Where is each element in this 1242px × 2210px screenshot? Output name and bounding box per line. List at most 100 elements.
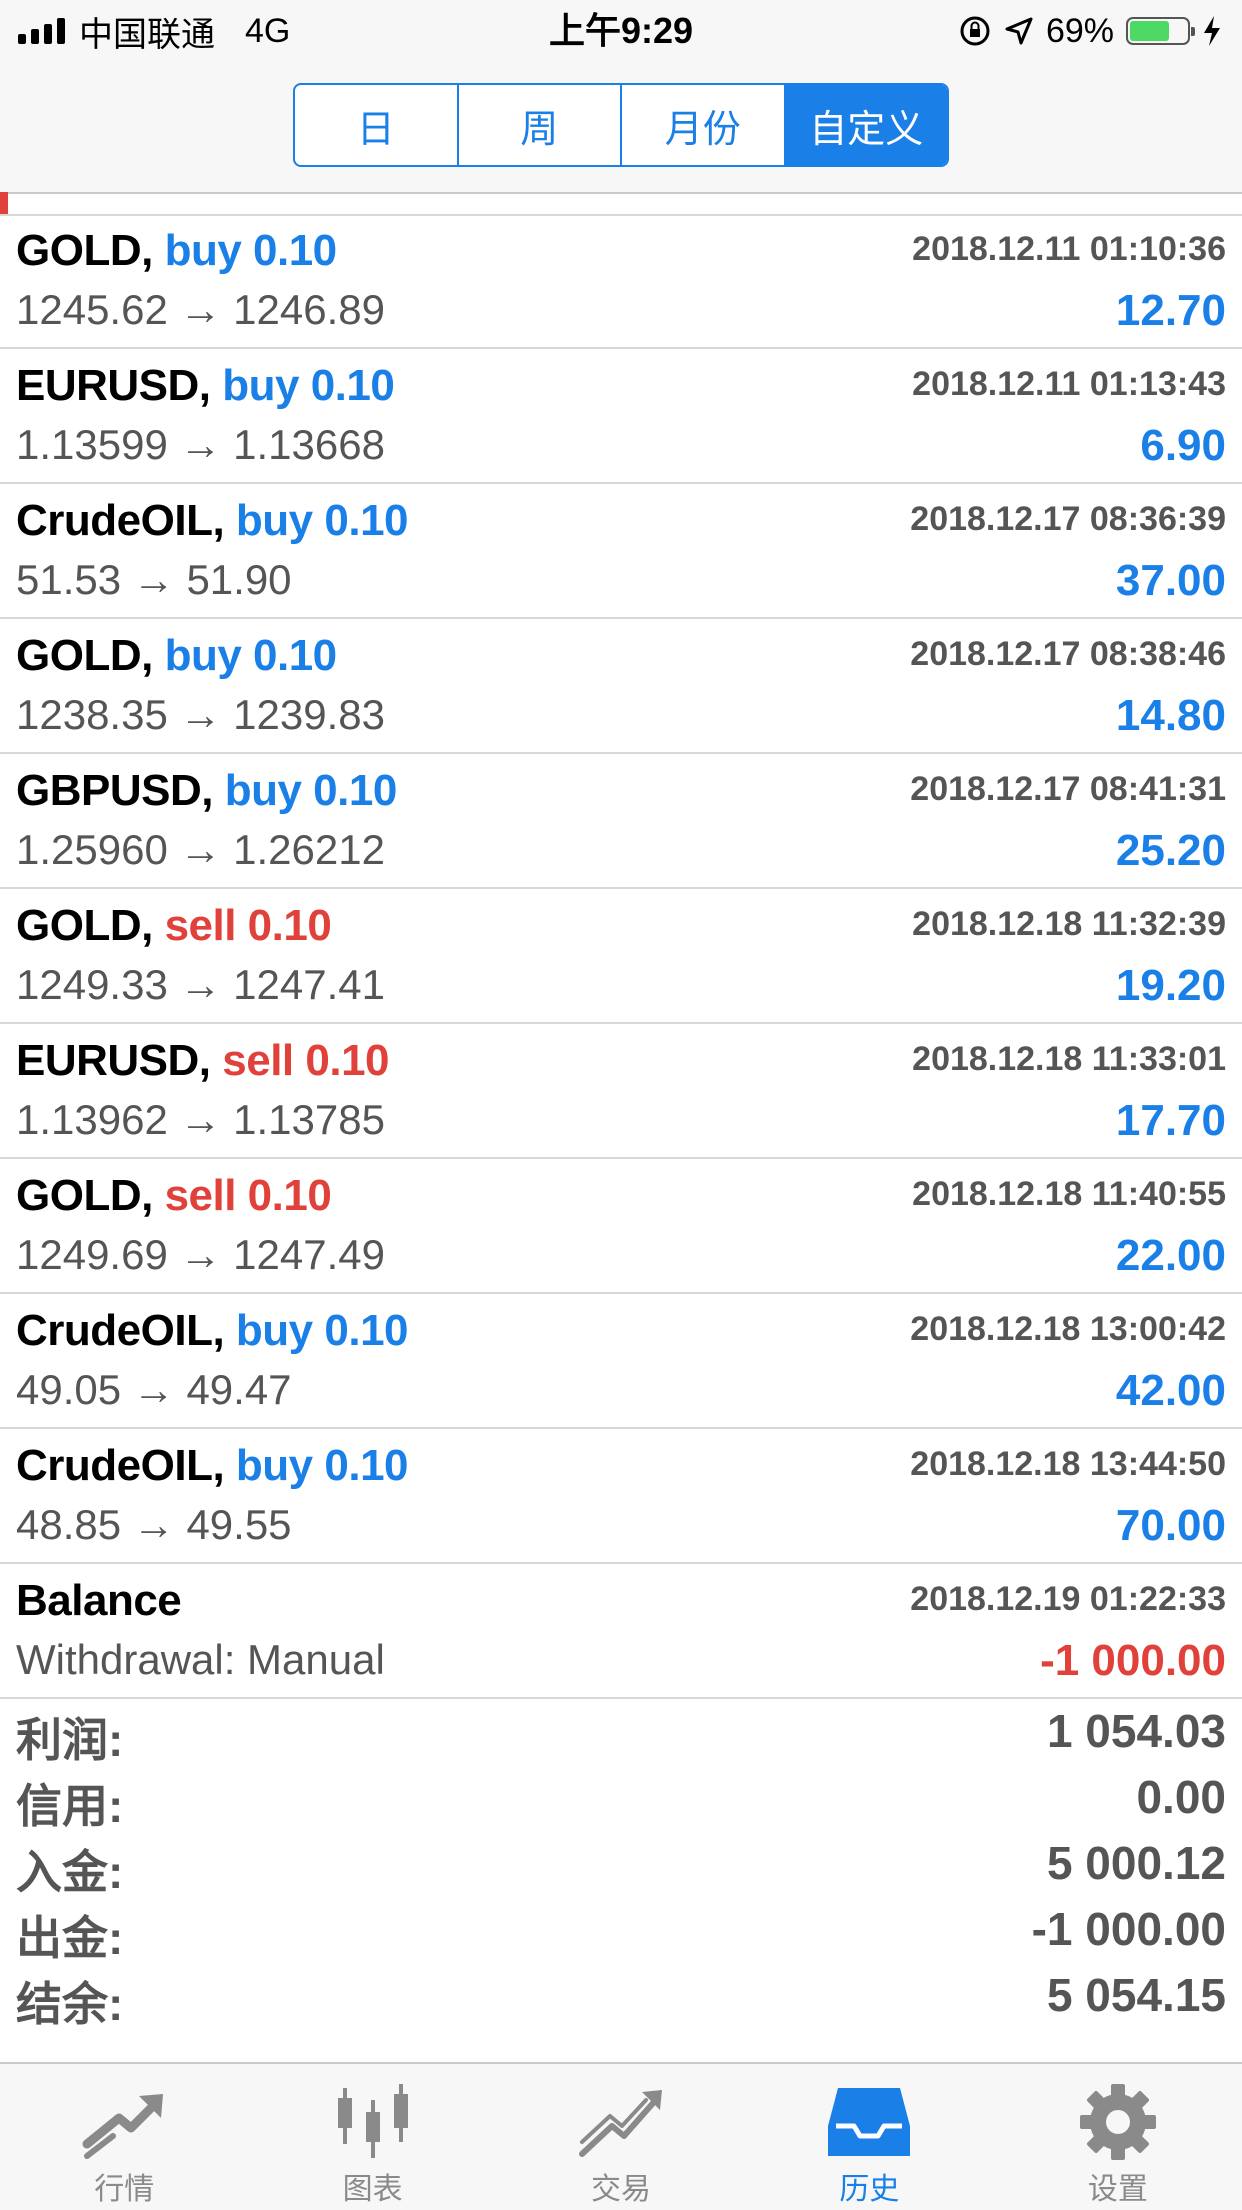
deal-symbol: EURUSD, <box>16 1036 211 1085</box>
deal-profit: 17.70 <box>1115 1096 1226 1145</box>
deal-side-volume: buy 0.10 <box>222 361 395 410</box>
deal-symbol-line: GBPUSD, buy 0.10 <box>16 766 397 816</box>
deal-symbol: CrudeOIL, <box>16 496 225 545</box>
summary-label: 出金: <box>16 1912 124 1964</box>
deal-row[interactable]: GOLD, sell 0.10 2018.12.18 11:32:39 1249.3… <box>0 889 1242 1024</box>
battery-icon <box>1126 17 1195 45</box>
deal-side-volume: sell 0.10 <box>164 901 332 950</box>
deal-time: 2018.12.18 11:33:01 <box>912 1040 1226 1078</box>
deal-side-volume: buy 0.10 <box>235 1306 409 1355</box>
tab-1[interactable]: 图表 <box>248 2064 496 2210</box>
summary-row: 信用: 0.00 <box>0 1766 1242 1832</box>
tab-0[interactable]: 行情 <box>0 2064 248 2210</box>
deal-side-volume: sell 0.10 <box>222 1036 390 1085</box>
deal-symbol: GOLD, <box>16 1171 153 1220</box>
deal-symbol-line: EURUSD, sell 0.10 <box>16 1036 390 1086</box>
deal-row[interactable]: GBPUSD, buy 0.10 2018.12.17 08:41:31 1.259… <box>0 754 1242 889</box>
tab-label: 历史 <box>839 2173 900 2206</box>
location-arrow-icon <box>1005 17 1033 45</box>
deals-list: GOLD, buy 0.10 2018.12.11 01:10:36 1245.62… <box>0 214 1242 1699</box>
deal-symbol-line: Balance <box>16 1576 182 1626</box>
deal-price: 48.85 → 49.55 <box>16 1501 292 1548</box>
deal-row[interactable]: GOLD, sell 0.10 2018.12.18 11:40:55 1249.6… <box>0 1159 1242 1294</box>
summary-row: 出金: -1 000.00 <box>0 1898 1242 1964</box>
deal-time: 2018.12.18 13:44:50 <box>910 1445 1226 1483</box>
candlestick-chart-icon <box>328 2082 418 2162</box>
period-header: 日周月份 自定义 <box>0 62 1242 194</box>
deal-symbol: GOLD, <box>16 226 153 275</box>
deal-time: 2018.12.18 11:40:55 <box>912 1175 1226 1213</box>
summary-label: 入金: <box>16 1846 124 1898</box>
deal-profit: 70.00 <box>1115 1501 1226 1550</box>
tab-label: 设置 <box>1087 2173 1148 2206</box>
deal-profit: -1 000.00 <box>1040 1636 1226 1685</box>
partial-deal-row <box>0 192 1242 216</box>
deal-price: 1249.69 → 1247.49 <box>16 1231 385 1278</box>
deal-symbol-line: GOLD, buy 0.10 <box>16 226 337 276</box>
orientation-lock-icon <box>960 16 990 46</box>
deal-row[interactable]: GOLD, buy 0.10 2018.12.11 01:10:36 1245.62… <box>0 214 1242 349</box>
tab-label: 行情 <box>94 2173 155 2206</box>
battery-percent: 69% <box>1045 11 1114 50</box>
deal-profit: 12.70 <box>1115 286 1226 335</box>
deal-row[interactable]: CrudeOIL, buy 0.10 2018.12.17 08:36:39 51.… <box>0 484 1242 619</box>
deal-price: 1.13599 → 1.13668 <box>16 421 385 468</box>
deal-profit: 22.00 <box>1115 1231 1226 1280</box>
deal-symbol: CrudeOIL, <box>16 1306 225 1355</box>
charging-bolt-icon <box>1204 16 1220 46</box>
deal-side-volume: buy 0.10 <box>235 496 409 545</box>
deal-symbol: GBPUSD, <box>16 766 213 815</box>
history-summary: 利润: 1 054.03 信用: 0.00 入金: 5 000.12 出金: -1 000.0… <box>0 1700 1242 2030</box>
period-segmented-control: 日周月份 自定义 <box>293 83 949 167</box>
deal-symbol-line: GOLD, buy 0.10 <box>16 631 337 681</box>
deal-time: 2018.12.18 11:32:39 <box>912 905 1226 943</box>
deal-row[interactable]: CrudeOIL, buy 0.10 2018.12.18 13:44:50 48.… <box>0 1429 1242 1564</box>
segment-2[interactable]: 月份 <box>622 85 786 165</box>
segment-0[interactable]: 日 <box>295 85 459 165</box>
tab-4[interactable]: 设置 <box>994 2064 1242 2210</box>
deal-row[interactable]: CrudeOIL, buy 0.10 2018.12.18 13:00:42 49.… <box>0 1294 1242 1429</box>
deal-symbol-line: CrudeOIL, buy 0.10 <box>16 1441 409 1491</box>
deal-price: 1238.35 → 1239.83 <box>16 691 385 738</box>
summary-label: 结余: <box>16 1978 124 2030</box>
summary-row: 结余: 5 054.15 <box>0 1964 1242 2030</box>
quotes-arrows-icon <box>79 2082 169 2162</box>
tab-3[interactable]: 历史 <box>745 2064 993 2210</box>
summary-row: 入金: 5 000.12 <box>0 1832 1242 1898</box>
bottom-tab-bar: 行情 图表 交易 历史 设置 <box>0 2062 1242 2210</box>
deal-price: 49.05 → 49.47 <box>16 1366 292 1413</box>
deal-row[interactable]: GOLD, buy 0.10 2018.12.17 08:38:46 1238.35… <box>0 619 1242 754</box>
trade-trend-icon <box>576 2082 666 2162</box>
tab-label: 图表 <box>342 2173 403 2206</box>
deal-profit: 42.00 <box>1115 1366 1226 1415</box>
gear-icon <box>1073 2082 1163 2162</box>
summary-value: 1 054.03 <box>1046 1705 1226 1757</box>
segment-3[interactable]: 自定义 <box>785 85 947 165</box>
deal-row[interactable]: EURUSD, buy 0.10 2018.12.11 01:13:43 1.135… <box>0 349 1242 484</box>
deal-symbol: GOLD, <box>16 631 153 680</box>
summary-value: 5 000.12 <box>1046 1837 1226 1889</box>
deal-price: 1249.33 → 1247.41 <box>16 961 385 1008</box>
deal-price: 1245.62 → 1246.89 <box>16 286 385 333</box>
deal-symbol-line: CrudeOIL, buy 0.10 <box>16 1306 409 1356</box>
deal-side-volume: buy 0.10 <box>164 226 338 275</box>
deal-symbol-line: GOLD, sell 0.10 <box>16 901 332 951</box>
tab-label: 交易 <box>591 2173 652 2206</box>
status-right: 69% <box>958 8 1222 54</box>
summary-label: 利润: <box>16 1714 124 1766</box>
deal-price: Withdrawal: Manual <box>16 1636 385 1683</box>
segment-1[interactable]: 周 <box>459 85 622 165</box>
deal-time: 2018.12.11 01:13:43 <box>912 365 1226 403</box>
deal-side-volume: buy 0.10 <box>224 766 398 815</box>
deal-profit: 14.80 <box>1115 691 1226 740</box>
deal-time: 2018.12.17 08:36:39 <box>910 500 1226 538</box>
deal-symbol: GOLD, <box>16 901 153 950</box>
deal-side-volume: buy 0.10 <box>235 1441 409 1490</box>
deal-symbol: CrudeOIL, <box>16 1441 225 1490</box>
sell-indicator-edge <box>0 192 8 214</box>
deal-row[interactable]: Balance 2018.12.19 01:22:33 Withdrawal: Ma… <box>0 1564 1242 1699</box>
deal-symbol-line: CrudeOIL, buy 0.10 <box>16 496 409 546</box>
tab-2[interactable]: 交易 <box>497 2064 745 2210</box>
deal-profit: 37.00 <box>1115 556 1226 605</box>
deal-row[interactable]: EURUSD, sell 0.10 2018.12.18 11:33:01 1.13… <box>0 1024 1242 1159</box>
